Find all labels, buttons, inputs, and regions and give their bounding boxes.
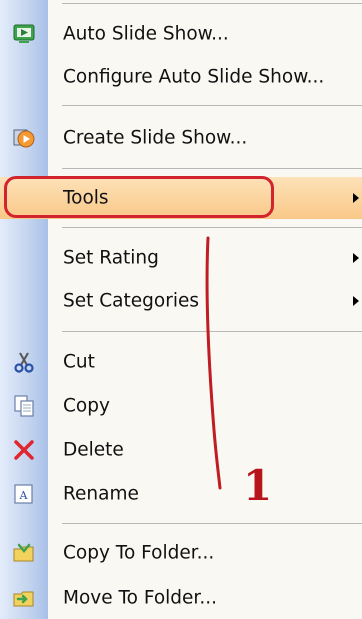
annotation-pointer-line <box>205 236 222 490</box>
annotation-number: 1 <box>243 461 273 510</box>
